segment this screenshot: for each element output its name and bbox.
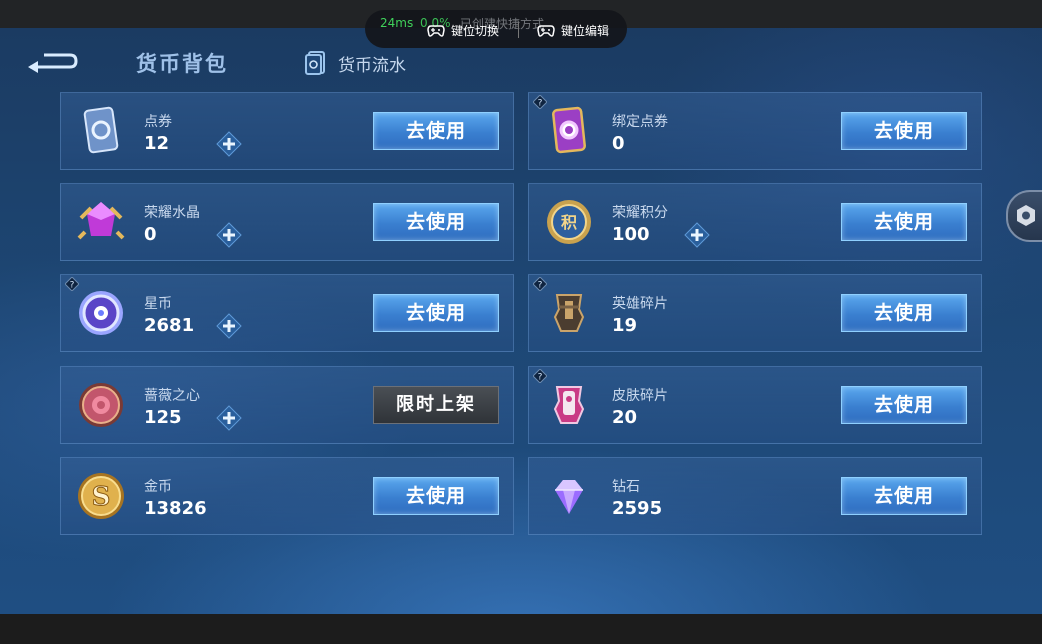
currency-card: 积 荣耀积分 100 去使用 bbox=[528, 183, 982, 261]
window-bottom-bar bbox=[0, 614, 1042, 644]
currency-card: 蔷薇之心 125 限时上架 bbox=[60, 366, 514, 444]
use-button[interactable]: 去使用 bbox=[841, 203, 967, 241]
rose-heart-icon bbox=[79, 383, 123, 427]
currency-value: 2681 bbox=[144, 315, 195, 336]
tab-currency-flow-label: 货币流水 bbox=[338, 55, 406, 76]
currency-value: 13826 bbox=[144, 498, 207, 519]
svg-text:积: 积 bbox=[561, 213, 577, 232]
currency-card: ? 星币 2681 去使用 bbox=[60, 274, 514, 352]
currency-card: 点券 12 去使用 bbox=[60, 92, 514, 170]
back-button[interactable] bbox=[24, 50, 80, 76]
page-title: 货币背包 bbox=[136, 52, 228, 76]
voucher-icon bbox=[83, 106, 119, 154]
use-button[interactable]: 去使用 bbox=[841, 112, 967, 150]
hexagon-icon bbox=[1017, 205, 1035, 226]
currency-value: 0 bbox=[612, 133, 625, 154]
svg-text:S: S bbox=[92, 482, 111, 512]
limited-listing-button[interactable]: 限时上架 bbox=[373, 386, 499, 424]
use-button[interactable]: 去使用 bbox=[373, 477, 499, 515]
currency-value: 19 bbox=[612, 315, 638, 336]
floating-settings-button[interactable] bbox=[1006, 190, 1042, 242]
ping-readout: 24ms bbox=[380, 16, 414, 30]
currency-card: 荣耀水晶 0 去使用 bbox=[60, 183, 514, 261]
glory-points-icon: 积 bbox=[547, 200, 591, 244]
add-currency-plus-icon[interactable] bbox=[216, 131, 242, 157]
currency-value: 2595 bbox=[612, 498, 663, 519]
key-edit-button[interactable]: 键位编辑 bbox=[537, 22, 609, 39]
glory-crystal-icon bbox=[77, 202, 125, 240]
use-button[interactable]: 去使用 bbox=[841, 477, 967, 515]
gold-coin-icon: S bbox=[78, 473, 124, 519]
key-edit-label: 键位编辑 bbox=[561, 24, 610, 38]
overlay-divider bbox=[518, 22, 519, 38]
emulator-overlay-pill: 24ms 0.0% 已创建快捷方式 键位切换 键位编辑 bbox=[365, 10, 627, 48]
svg-text:?: ? bbox=[538, 373, 543, 383]
diamond-icon bbox=[555, 480, 583, 514]
currency-name: 绑定点券 bbox=[612, 114, 668, 130]
use-button[interactable]: 去使用 bbox=[373, 112, 499, 150]
currency-name: 荣耀积分 bbox=[612, 205, 668, 221]
currency-name: 蔷薇之心 bbox=[144, 388, 200, 404]
use-button[interactable]: 去使用 bbox=[373, 203, 499, 241]
currency-name: 皮肤碎片 bbox=[612, 388, 668, 404]
currency-name: 金币 bbox=[144, 479, 172, 495]
currency-value: 20 bbox=[612, 407, 638, 428]
svg-text:?: ? bbox=[538, 281, 543, 291]
add-currency-plus-icon[interactable] bbox=[684, 222, 710, 248]
gamepad-icon bbox=[537, 24, 555, 37]
key-switch-button[interactable]: 键位切换 bbox=[427, 22, 499, 39]
add-currency-plus-icon[interactable] bbox=[216, 405, 242, 431]
currency-card: ? 皮肤碎片 20 去使用 bbox=[528, 366, 982, 444]
currency-name: 钻石 bbox=[612, 479, 640, 495]
svg-text:?: ? bbox=[538, 99, 543, 109]
currency-value: 100 bbox=[612, 224, 650, 245]
currency-name: 星币 bbox=[144, 296, 172, 312]
skin-shard-icon bbox=[553, 386, 585, 424]
currency-card: 钻石 2595 去使用 bbox=[528, 457, 982, 535]
currency-name: 荣耀水晶 bbox=[144, 205, 200, 221]
use-button[interactable]: 去使用 bbox=[373, 294, 499, 332]
svg-text:?: ? bbox=[70, 281, 75, 291]
currency-card: ? 绑定点券 0 去使用 bbox=[528, 92, 982, 170]
ledger-icon bbox=[305, 51, 325, 75]
star-coin-icon bbox=[79, 291, 123, 335]
currency-name: 点券 bbox=[144, 114, 172, 130]
currency-name: 英雄碎片 bbox=[612, 296, 668, 312]
back-arrow-icon bbox=[28, 53, 78, 73]
bound-voucher-icon bbox=[552, 106, 586, 154]
key-switch-label: 键位切换 bbox=[451, 24, 500, 38]
gamepad-icon bbox=[427, 24, 445, 37]
currency-value: 0 bbox=[144, 224, 157, 245]
tab-currency-flow[interactable]: 货币流水 bbox=[304, 50, 406, 76]
use-button[interactable]: 去使用 bbox=[841, 294, 967, 332]
add-currency-plus-icon[interactable] bbox=[216, 313, 242, 339]
currency-backpack-screen: 货币背包 货币流水 点券 12 去使用? 绑定点券 0 去使用 荣耀水晶 0 去使用积荣耀积分 1… bbox=[0, 28, 1042, 614]
use-button[interactable]: 去使用 bbox=[841, 386, 967, 424]
currency-value: 12 bbox=[144, 133, 170, 154]
currency-value: 125 bbox=[144, 407, 182, 428]
currency-card: S 金币 13826 去使用 bbox=[60, 457, 514, 535]
currency-card: ? 英雄碎片 19 去使用 bbox=[528, 274, 982, 352]
add-currency-plus-icon[interactable] bbox=[216, 222, 242, 248]
hero-shard-icon bbox=[553, 294, 585, 332]
